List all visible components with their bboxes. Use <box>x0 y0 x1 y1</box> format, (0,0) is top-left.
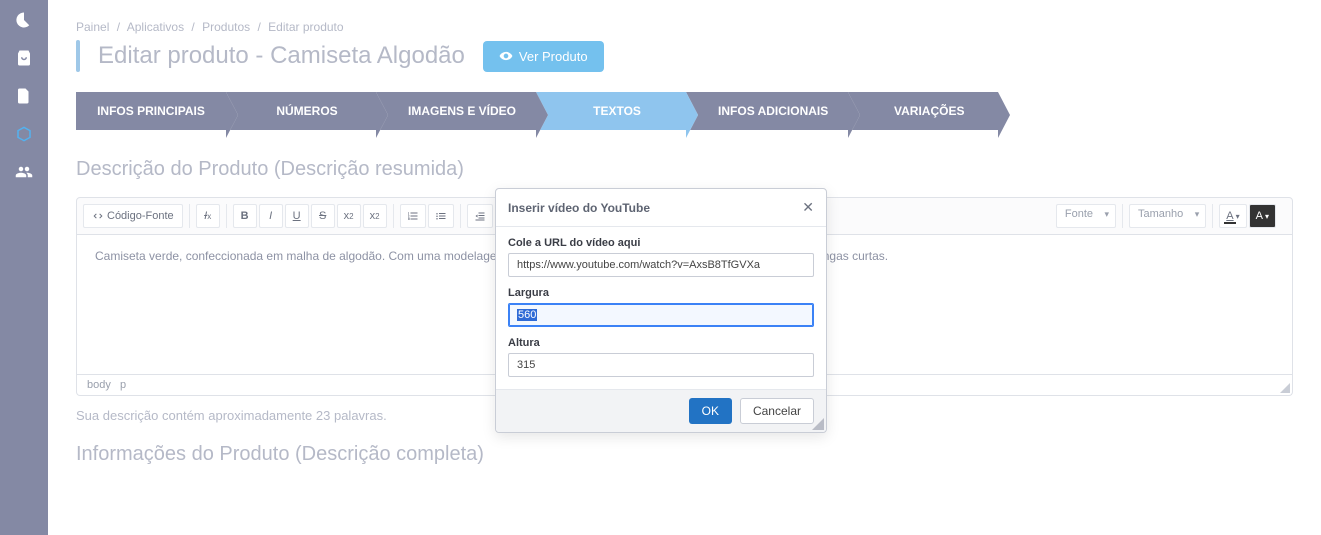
height-label: Altura <box>508 337 814 349</box>
breadcrumb-painel[interactable]: Painel <box>76 20 109 34</box>
dialog-close-button[interactable]: ✕ <box>802 199 814 216</box>
superscript-button[interactable]: x2 <box>363 204 387 228</box>
breadcrumb: Painel / Aplicativos / Produtos / Editar… <box>76 20 1293 34</box>
view-product-button[interactable]: Ver Produto <box>483 41 604 72</box>
shopping-bag-icon[interactable] <box>14 48 34 68</box>
source-button[interactable]: Código-Fonte <box>83 204 183 228</box>
url-input[interactable] <box>508 253 814 277</box>
bg-color-button[interactable]: A▾ <box>1249 204 1276 228</box>
sidebar <box>0 0 48 535</box>
cube-icon[interactable] <box>14 124 34 144</box>
step-infos-adicionais[interactable]: INFOS ADICIONAIS <box>686 92 848 130</box>
breadcrumb-produtos[interactable]: Produtos <box>202 20 250 34</box>
title-accent-bar <box>76 40 80 72</box>
breadcrumb-aplicativos[interactable]: Aplicativos <box>127 20 184 34</box>
section-description-title: Descrição do Produto (Descrição resumida… <box>76 158 1293 181</box>
outdent-button[interactable] <box>467 204 493 228</box>
step-variacoes[interactable]: VARIAÇÕES <box>848 92 998 130</box>
section-info-title: Informações do Produto (Descrição comple… <box>76 443 1293 466</box>
size-select[interactable]: Tamanho <box>1129 204 1206 228</box>
dialog-resize-handle-icon[interactable] <box>812 418 824 430</box>
dialog-title: Inserir vídeo do YouTube <box>508 201 650 215</box>
font-select[interactable]: Fonte <box>1056 204 1116 228</box>
page-title: Editar produto - Camiseta Algodão <box>98 42 465 70</box>
code-icon <box>92 210 104 222</box>
step-infos-principais[interactable]: INFOS PRINCIPAIS <box>76 92 226 130</box>
breadcrumb-current: Editar produto <box>268 20 343 34</box>
step-textos[interactable]: TEXTOS <box>536 92 686 130</box>
document-icon[interactable] <box>14 86 34 106</box>
bullet-list-button[interactable] <box>428 204 454 228</box>
url-label: Cole a URL do vídeo aqui <box>508 237 814 249</box>
strike-button[interactable]: S <box>311 204 335 228</box>
remove-format-button[interactable]: Ix <box>196 204 220 228</box>
ok-button[interactable]: OK <box>689 398 732 424</box>
underline-button[interactable]: U <box>285 204 309 228</box>
width-label: Largura <box>508 287 814 299</box>
eye-icon <box>499 49 513 63</box>
italic-button[interactable]: I <box>259 204 283 228</box>
path-p[interactable]: p <box>120 379 126 391</box>
numbered-list-button[interactable] <box>400 204 426 228</box>
step-numeros[interactable]: NÚMEROS <box>226 92 376 130</box>
users-icon[interactable] <box>14 162 34 182</box>
subscript-button[interactable]: x2 <box>337 204 361 228</box>
text-color-button[interactable]: A▾ <box>1219 204 1246 228</box>
dashboard-icon[interactable] <box>14 10 34 30</box>
height-input[interactable] <box>508 353 814 377</box>
path-body[interactable]: body <box>87 379 111 391</box>
close-icon: ✕ <box>802 199 814 215</box>
bold-button[interactable]: B <box>233 204 257 228</box>
step-imagens-video[interactable]: IMAGENS E VÍDEO <box>376 92 536 130</box>
width-input[interactable]: 560 <box>508 303 814 327</box>
cancel-button[interactable]: Cancelar <box>740 398 814 424</box>
youtube-dialog: Inserir vídeo do YouTube ✕ Cole a URL do… <box>495 188 827 433</box>
resize-handle-icon[interactable] <box>1280 383 1290 393</box>
step-nav: INFOS PRINCIPAIS NÚMEROS IMAGENS E VÍDEO… <box>76 92 1293 130</box>
